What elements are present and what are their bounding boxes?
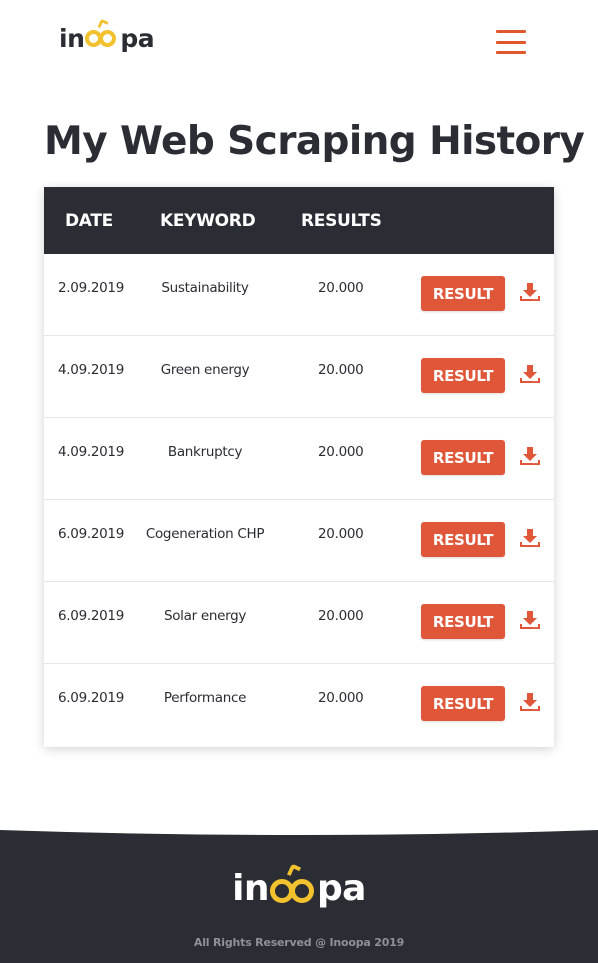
- table-row: 4.09.2019 Green energy 20.000 RESULT: [44, 336, 554, 418]
- download-icon[interactable]: [518, 608, 542, 632]
- table-row: 4.09.2019 Bankruptcy 20.000 RESULT: [44, 418, 554, 500]
- download-icon[interactable]: [518, 444, 542, 468]
- footer-inoopa-logo[interactable]: in pa: [0, 862, 598, 909]
- header: in pa: [0, 0, 598, 80]
- result-button[interactable]: RESULT: [421, 440, 505, 475]
- owl-eyes-icon: [269, 862, 316, 904]
- result-button[interactable]: RESULT: [421, 276, 505, 311]
- history-table: DATE KEYWORD RESULTS 2.09.2019 Sustainab…: [44, 187, 554, 747]
- download-icon[interactable]: [518, 690, 542, 714]
- result-button[interactable]: RESULT: [421, 604, 505, 639]
- row-date: 4.09.2019: [58, 362, 125, 378]
- footer-logo-suffix: pa: [316, 868, 366, 909]
- row-date: 2.09.2019: [58, 280, 125, 296]
- row-date: 6.09.2019: [58, 690, 125, 706]
- table-row: 6.09.2019 Performance 20.000 RESULT: [44, 664, 554, 746]
- page-title: My Web Scraping History: [44, 119, 585, 164]
- column-header-date: DATE: [65, 211, 113, 231]
- result-button[interactable]: RESULT: [421, 522, 505, 557]
- row-results: 20.000: [318, 608, 364, 624]
- table-row: 6.09.2019 Cogeneration CHP 20.000 RESULT: [44, 500, 554, 582]
- logo-text-prefix: in: [59, 23, 85, 53]
- row-date: 4.09.2019: [58, 444, 125, 460]
- footer-logo-prefix: in: [232, 868, 269, 909]
- table-header: DATE KEYWORD RESULTS: [44, 187, 554, 254]
- column-header-results: RESULTS: [301, 211, 382, 231]
- logo-text-suffix: pa: [120, 23, 155, 53]
- inoopa-logo[interactable]: in pa: [59, 18, 155, 58]
- row-date: 6.09.2019: [58, 526, 125, 542]
- row-results: 20.000: [318, 444, 364, 460]
- download-icon[interactable]: [518, 362, 542, 386]
- row-results: 20.000: [318, 280, 364, 296]
- table-row: 6.09.2019 Solar energy 20.000 RESULT: [44, 582, 554, 664]
- table-row: 2.09.2019 Sustainability 20.000 RESULT: [44, 254, 554, 336]
- row-results: 20.000: [318, 690, 364, 706]
- row-date: 6.09.2019: [58, 608, 125, 624]
- table-body: 2.09.2019 Sustainability 20.000 RESULT 4…: [44, 254, 554, 746]
- footer: in pa All Rights Reserved @ Inoopa 2019: [0, 830, 598, 963]
- result-button[interactable]: RESULT: [421, 358, 505, 393]
- download-icon[interactable]: [518, 280, 542, 304]
- download-icon[interactable]: [518, 526, 542, 550]
- row-results: 20.000: [318, 526, 364, 542]
- hamburger-menu-icon[interactable]: [496, 30, 526, 54]
- result-button[interactable]: RESULT: [421, 686, 505, 721]
- owl-eyes-icon: [85, 18, 119, 49]
- copyright-text: All Rights Reserved @ Inoopa 2019: [193, 936, 405, 949]
- column-header-keyword: KEYWORD: [160, 211, 256, 231]
- row-results: 20.000: [318, 362, 364, 378]
